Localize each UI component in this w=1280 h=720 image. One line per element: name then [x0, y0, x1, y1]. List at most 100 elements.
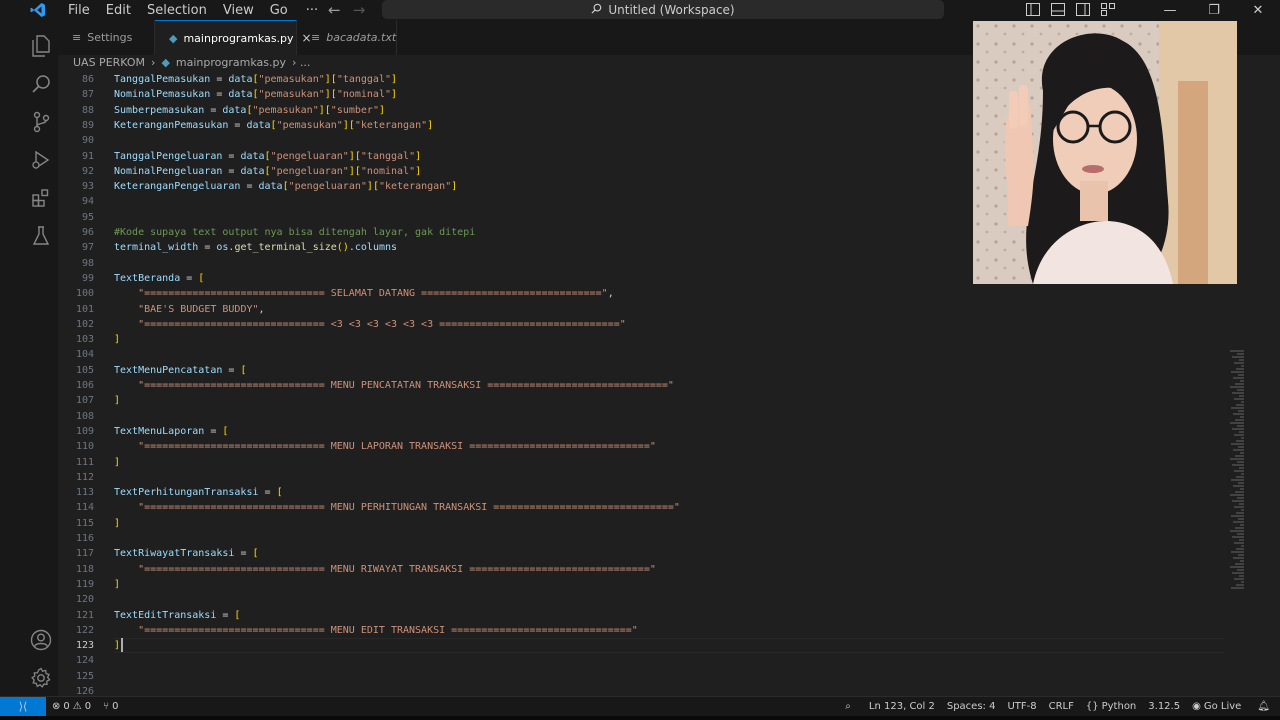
source-control-icon[interactable] [29, 110, 53, 134]
tab-mainprogramkas-label: mainprogramkas.py [183, 31, 294, 45]
settings-tab-icon: ≡ [72, 31, 82, 44]
menu-edit[interactable]: Edit [98, 3, 139, 18]
code-line[interactable]: 111] [58, 455, 1168, 470]
code-line[interactable]: 106 "============================== MENU… [58, 378, 1168, 393]
breadcrumb-symbols[interactable]: › ... [292, 56, 310, 69]
toggle-secondary-sidebar-icon[interactable] [1076, 3, 1091, 17]
code-line[interactable]: 116 [58, 531, 1168, 546]
code-line[interactable]: 120 [58, 592, 1168, 607]
tab-settings-label: Settings [87, 31, 133, 44]
code-line[interactable]: 104 [58, 347, 1168, 362]
line-number: 94 [81, 196, 94, 208]
code-text: ] [114, 578, 121, 590]
encoding[interactable]: UTF-8 [1001, 701, 1042, 712]
maximize-icon[interactable]: ❐ [1192, 0, 1236, 20]
language-label: Python [1101, 701, 1137, 712]
line-number: 124 [75, 655, 94, 667]
minimize-icon[interactable]: — [1148, 0, 1192, 20]
line-number: 126 [75, 686, 94, 696]
tab-mainprogramkas[interactable]: ◆ mainprogramkas.py × [155, 20, 312, 55]
code-line[interactable]: 122 "============================== MENU… [58, 623, 1168, 638]
line-number: 103 [75, 334, 94, 346]
close-window-icon[interactable]: ✕ [1236, 0, 1280, 20]
notifications-bell-icon[interactable]: 🔔︎ [1247, 701, 1280, 712]
breadcrumb: UAS PERKOM › ◆ mainprogramkas.py › ... [58, 55, 310, 69]
code-line[interactable]: 105 TextMenuPencatatan = [ [58, 363, 1168, 378]
minimap-line [1231, 587, 1244, 589]
code-text: "============================== MENU EDI… [138, 624, 638, 636]
line-endings[interactable]: CRLF [1043, 701, 1080, 712]
minimap-line [1240, 416, 1244, 418]
code-text: terminal_width = os.get_terminal_size().… [114, 242, 398, 254]
code-line[interactable]: 121 TextEditTransaksi = [ [58, 608, 1168, 623]
python-version[interactable]: 3.12.5 [1142, 701, 1186, 712]
menu-go[interactable]: Go [262, 3, 296, 18]
code-line[interactable]: 112 [58, 470, 1168, 485]
remote-window-button[interactable]: ⟩⟨ [0, 697, 46, 716]
code-line[interactable]: 118 "============================== MENU… [58, 562, 1168, 577]
warning-count: 0 [84, 701, 92, 712]
code-line[interactable]: 115] [58, 516, 1168, 531]
code-text: ] [114, 517, 121, 529]
minimap-line [1233, 413, 1244, 415]
tab-bacadata[interactable]: ≡ bacadata.txt [297, 20, 397, 55]
code-line[interactable]: 108 [58, 409, 1168, 424]
code-line[interactable]: 124 [58, 653, 1168, 668]
search-icon [591, 3, 602, 17]
menu-view[interactable]: View [215, 3, 262, 18]
code-line[interactable]: 114 "============================== MENU… [58, 500, 1168, 515]
code-line[interactable]: 102 "============================== <3 <… [58, 317, 1168, 332]
minimap-line [1231, 479, 1244, 481]
minimap-line [1235, 527, 1244, 529]
code-line[interactable]: 107] [58, 393, 1168, 408]
command-center[interactable]: Untitled (Workspace) [382, 0, 944, 19]
breadcrumb-folder[interactable]: UAS PERKOM [73, 56, 145, 69]
code-line[interactable]: 110 "============================== MENU… [58, 439, 1168, 454]
accounts-icon[interactable] [29, 628, 53, 652]
customize-layout-icon[interactable] [1101, 3, 1116, 17]
manage-gear-icon[interactable] [29, 666, 53, 690]
cursor-position[interactable]: Ln 123, Col 2 [863, 701, 941, 712]
code-text: "============================== MENU PER… [138, 502, 680, 514]
forward-arrow-icon[interactable]: → [353, 1, 366, 19]
minimap-line [1236, 440, 1244, 442]
menu-more[interactable]: ··· [296, 3, 328, 18]
ports-indicator[interactable]: ⑂ 0 [97, 701, 124, 712]
problems-indicator[interactable]: ⊗ 0 ⚠ 0 [46, 701, 97, 712]
minimap-line [1237, 569, 1244, 571]
breadcrumb-file[interactable]: mainprogramkas.py [176, 56, 286, 69]
toggle-sidebar-icon[interactable] [1026, 3, 1041, 17]
go-live-button[interactable]: ◉ Go Live [1186, 701, 1247, 712]
code-line[interactable]: 103] [58, 332, 1168, 347]
extensions-icon[interactable] [29, 186, 53, 210]
search-sidebar-icon[interactable] [29, 72, 53, 96]
back-arrow-icon[interactable]: ← [328, 1, 341, 19]
code-line[interactable]: 123] [58, 638, 1224, 654]
code-line[interactable]: 125 [58, 669, 1168, 684]
code-line[interactable]: 101 "BAE'S BUDGET BUDDY", [58, 302, 1168, 317]
menu-selection[interactable]: Selection [139, 3, 215, 18]
explorer-icon[interactable] [29, 34, 53, 58]
minimap-line [1241, 509, 1244, 511]
line-number: 87 [81, 89, 94, 101]
menu-file[interactable]: File [60, 3, 98, 18]
code-line[interactable]: 113 TextPerhitunganTransaksi = [ [58, 485, 1168, 500]
toggle-panel-icon[interactable] [1051, 3, 1066, 17]
code-line[interactable]: 100 "============================== SELA… [58, 286, 1168, 301]
code-line[interactable]: 117 TextRiwayatTransaksi = [ [58, 546, 1168, 561]
minimap[interactable] [1230, 350, 1244, 590]
taskbar-edge [0, 716, 1280, 720]
code-line[interactable]: 119] [58, 577, 1168, 592]
code-text: KeteranganPengeluaran = data["pengeluara… [114, 181, 458, 193]
indentation[interactable]: Spaces: 4 [941, 701, 1002, 712]
line-number: 106 [75, 380, 94, 391]
language-mode[interactable]: {} Python [1080, 701, 1142, 712]
code-line[interactable]: 109 TextMenuLaporan = [ [58, 424, 1168, 439]
minimap-line [1237, 425, 1244, 427]
run-debug-icon[interactable] [29, 148, 53, 172]
code-line[interactable]: 126 [58, 684, 1168, 696]
testing-flask-icon[interactable] [29, 224, 53, 248]
minimap-line [1232, 392, 1244, 394]
zoom-icon[interactable]: ⌕ [833, 701, 863, 712]
tab-settings[interactable]: ≡ Settings [58, 20, 155, 55]
